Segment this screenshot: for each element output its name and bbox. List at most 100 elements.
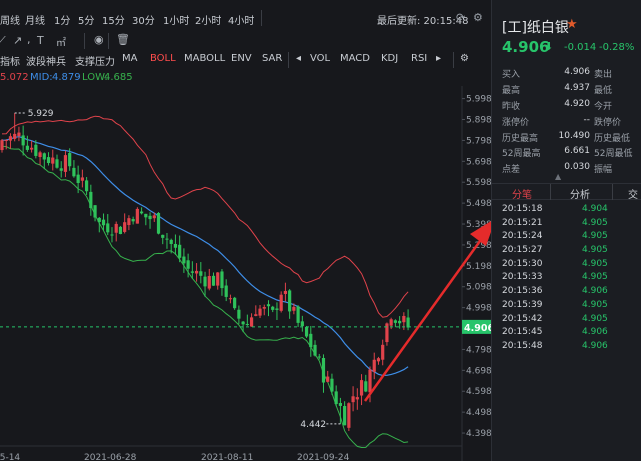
divider [108,33,109,49]
indicator-support[interactable]: 支撑压力 [75,53,115,68]
tick-price: 4.904 [582,204,608,214]
measure-tool-icon[interactable]: ㎡ [56,34,66,49]
scroll-right-icon[interactable]: ▸ [436,53,441,64]
indicator-macd[interactable]: MACD [340,53,370,64]
trash-icon[interactable]: 🗑 [116,33,130,46]
indicator-band-tool[interactable]: 波段神兵 [26,53,66,68]
kline-chart[interactable]: 5.998 5.898 5.798 5.698 5.598 5.498 5.398 5.298… [0,86,491,461]
text-tool-icon[interactable]: T [37,34,44,47]
stat-label: 点差 [502,165,521,176]
divider [84,33,85,49]
cursor-tool-icon[interactable]: ⟋ [0,34,6,48]
period-4h[interactable]: 4小时 [228,12,254,27]
candle-body [351,396,355,403]
low-annotation: 4.442 [300,420,326,430]
tick-time: 20:15:36 [502,286,543,297]
period-1min[interactable]: 1分 [54,12,70,27]
tick-price: 4.905 [582,299,608,310]
tick-price: 4.905 [582,245,608,256]
candle-body [199,271,203,276]
stat-value: 4.920 [564,98,590,109]
quote-panel: [工]纸白银 ★ 4.906 ⬇ -0.014 -0.28% 买入 4.906 卖出… [491,0,641,461]
tick-price: 4.906 [582,327,608,338]
indicator-sar[interactable]: SAR [262,53,282,64]
candle-body [101,219,106,226]
tick-row: 20:15:39 4.905 [492,300,641,314]
y-tick-label: 5.498 [466,199,491,209]
period-5min[interactable]: 5分 [78,12,94,27]
period-month[interactable]: 月线 [25,12,45,27]
tick-time: 20:15:21 [502,217,543,228]
kline-svg[interactable]: 5.9985.8985.7985.6985.5985.4985.3985.298… [0,86,491,461]
line-tool-icon[interactable]: ↗ [13,34,22,47]
candle-body [364,381,368,392]
candle-body [182,256,186,264]
eye-icon[interactable]: ◉ [94,33,104,46]
divider [453,52,454,68]
candle-body [258,308,262,316]
refresh-icon[interactable]: ⟳ [456,11,468,24]
y-tick-label: 5.798 [466,136,491,146]
tick-price: 4.905 [582,231,608,242]
candle-body [398,320,402,324]
candle-body [25,145,29,150]
tick-time: 20:15:18 [502,204,543,214]
settings-icon[interactable]: ⚙ [473,11,485,24]
tick-time: 20:15:45 [502,327,543,338]
candle-body [216,272,220,286]
tick-time: 20:15:27 [502,245,543,256]
period-2h[interactable]: 2小时 [195,12,221,27]
stat-value: 4.937 [564,82,590,93]
period-30min[interactable]: 30分 [132,12,155,27]
indicator-boll[interactable]: BOLL [150,53,176,64]
indicator-ma[interactable]: MA [122,53,137,64]
quote-stat-row: 买入 4.906 卖出 [492,66,641,82]
candle-body [59,168,63,171]
arrow-down-icon[interactable]: , [27,33,31,46]
candle-body [304,326,309,337]
indicator-vol[interactable]: VOL [310,53,330,64]
indicator-rsi[interactable]: RSI [411,53,427,64]
tab-ticks[interactable]: 分笔 [512,186,532,201]
gear-icon[interactable]: ⚙ [460,53,469,64]
y-tick-label: 5.998 [466,95,491,105]
candle-body [38,152,42,158]
candle-body [266,304,271,307]
indicator-kdj[interactable]: KDJ [381,53,398,64]
candle-body [355,397,359,400]
period-1h[interactable]: 1小时 [163,12,189,27]
indicator-env[interactable]: ENV [231,53,252,64]
candle-body [169,239,173,244]
y-tick-label: 5.198 [466,262,491,272]
candle-body [131,219,135,222]
tick-time: 20:15:33 [502,272,543,283]
period-week[interactable]: 周线 [0,12,20,27]
tick-price: 4.905 [582,272,608,283]
tab-analysis[interactable]: 分析 [570,186,590,201]
candle-body [4,140,8,142]
tab-trade[interactable]: 交 [628,186,638,201]
x-tick-label: 2021-09-24 [297,453,350,461]
candle-body [207,276,211,289]
indicator-maboll[interactable]: MABOLL [184,53,225,64]
tick-row: 20:15:33 4.905 [492,272,641,286]
candle-body [173,243,178,248]
period-15min[interactable]: 15分 [102,12,125,27]
candle-body [17,132,21,137]
candle-body [148,215,152,220]
tick-row: 20:15:24 4.905 [492,231,641,245]
trading-window: 周线 月线 1分 5分 15分 30分 1小时 2小时 4小时 最后更新: 20… [0,0,641,461]
indicator-menu[interactable]: 指标 [0,53,20,68]
divider [612,184,613,200]
x-tick-label: 2021-08-11 [201,453,253,461]
candle-body [186,260,190,269]
candle-body [326,376,330,382]
candle-body [249,317,254,327]
stat-label: 昨收 [502,101,521,112]
chart-background [0,86,491,461]
collapse-caret-icon[interactable]: ▲ [555,172,561,181]
scroll-left-icon[interactable]: ◂ [296,53,301,64]
candle-body [203,276,207,287]
favorite-star-icon[interactable]: ★ [566,17,578,32]
quote-stat-row: 52周最高 6.661 52周最低 [492,145,641,161]
